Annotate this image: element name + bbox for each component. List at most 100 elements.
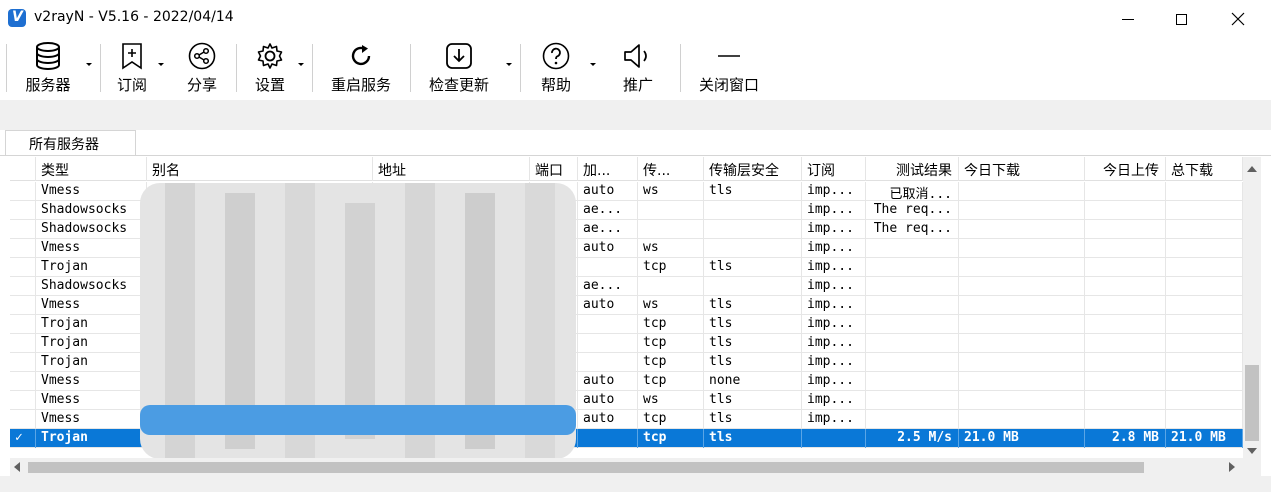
cell-tup bbox=[1085, 182, 1166, 201]
help-label: 帮助 bbox=[540, 76, 571, 94]
maximize-button[interactable] bbox=[1158, 0, 1204, 38]
column-header-network[interactable]: 传... bbox=[638, 157, 704, 181]
active-check-icon bbox=[10, 296, 36, 315]
cell-sub bbox=[802, 429, 866, 448]
cell-sub: imp... bbox=[802, 315, 866, 334]
restart-service-label: 重启服务 bbox=[330, 76, 391, 94]
column-header-type[interactable]: 类型 bbox=[36, 157, 147, 181]
gear-icon bbox=[257, 43, 283, 69]
servers-button[interactable]: 服务器 bbox=[20, 38, 76, 100]
cell-tdown bbox=[959, 239, 1085, 258]
column-header-port[interactable]: 端口 bbox=[530, 157, 578, 181]
cell-test bbox=[866, 353, 959, 372]
cell-test bbox=[866, 258, 959, 277]
tab-all-servers[interactable]: 所有服务器 bbox=[5, 130, 136, 156]
cell-sub: imp... bbox=[802, 391, 866, 410]
cell-sub: imp... bbox=[802, 410, 866, 429]
cell-test bbox=[866, 334, 959, 353]
scroll-right-icon[interactable] bbox=[1229, 462, 1235, 472]
cell-tdown bbox=[959, 315, 1085, 334]
scroll-up-icon[interactable] bbox=[1247, 166, 1257, 172]
cell-enc bbox=[578, 258, 638, 277]
subscribe-dropdown-icon[interactable] bbox=[158, 63, 164, 66]
share-button[interactable]: 分享 bbox=[182, 38, 222, 100]
cell-tls: tls bbox=[704, 353, 802, 372]
cell-total bbox=[1166, 201, 1243, 220]
cell-type: Trojan bbox=[36, 353, 147, 372]
cell-tls: tls bbox=[704, 334, 802, 353]
active-check-icon bbox=[10, 315, 36, 334]
column-header-encryption[interactable]: 加... bbox=[578, 157, 638, 181]
cell-tup bbox=[1085, 391, 1166, 410]
help-button[interactable]: 帮助 bbox=[536, 38, 576, 100]
close-window-button[interactable]: 关闭窗口 bbox=[694, 38, 764, 100]
cell-enc bbox=[578, 315, 638, 334]
active-check-icon bbox=[10, 353, 36, 372]
cell-enc: auto bbox=[578, 410, 638, 429]
cell-net: tcp bbox=[638, 258, 704, 277]
check-update-button[interactable]: 检查更新 bbox=[424, 38, 494, 100]
cell-net: tcp bbox=[638, 353, 704, 372]
column-header-alias[interactable]: 别名 bbox=[147, 157, 373, 181]
cell-net: ws bbox=[638, 182, 704, 201]
column-header-test-result[interactable]: 测试结果 bbox=[866, 157, 959, 181]
close-button[interactable] bbox=[1215, 0, 1261, 38]
column-header-today-down[interactable]: 今日下载 bbox=[959, 157, 1085, 181]
cell-enc: auto bbox=[578, 391, 638, 410]
bookmark-add-icon bbox=[122, 43, 142, 70]
close-window-label: 关闭窗口 bbox=[698, 76, 759, 94]
promote-button[interactable]: 推广 bbox=[618, 38, 658, 100]
minimize-button[interactable] bbox=[1105, 0, 1151, 38]
cell-total bbox=[1166, 277, 1243, 296]
cell-tdown: 21.0 MB bbox=[959, 429, 1085, 448]
active-check-icon bbox=[10, 277, 36, 296]
cell-tdown bbox=[959, 334, 1085, 353]
cell-total bbox=[1166, 296, 1243, 315]
cell-enc: ae... bbox=[578, 277, 638, 296]
tab-divider bbox=[0, 155, 1271, 156]
cell-sub: imp... bbox=[802, 201, 866, 220]
cell-type: Shadowsocks bbox=[36, 201, 147, 220]
active-check-icon bbox=[10, 239, 36, 258]
cell-net bbox=[638, 220, 704, 239]
column-header-subscription[interactable]: 订阅 bbox=[802, 157, 866, 181]
cell-sub: imp... bbox=[802, 258, 866, 277]
cell-tls: tls bbox=[704, 258, 802, 277]
help-dropdown-icon[interactable] bbox=[590, 63, 596, 66]
column-header-total-down[interactable]: 总下载 bbox=[1166, 157, 1243, 181]
scroll-left-icon[interactable] bbox=[14, 462, 20, 472]
column-header-mark[interactable] bbox=[10, 157, 36, 181]
cell-type: Trojan bbox=[36, 334, 147, 353]
toolbar-separator bbox=[312, 44, 313, 92]
cell-enc: auto bbox=[578, 182, 638, 201]
cell-sub: imp... bbox=[802, 353, 866, 372]
settings-dropdown-icon[interactable] bbox=[298, 63, 304, 66]
subscribe-button[interactable]: 订阅 bbox=[112, 38, 152, 100]
active-check-icon bbox=[10, 182, 36, 201]
cell-tls bbox=[704, 277, 802, 296]
vertical-scroll-thumb[interactable] bbox=[1245, 365, 1259, 441]
horizontal-scroll-thumb[interactable] bbox=[28, 462, 1144, 473]
cell-total bbox=[1166, 182, 1243, 201]
scroll-down-icon[interactable] bbox=[1247, 448, 1257, 454]
restart-service-button[interactable]: 重启服务 bbox=[326, 38, 396, 100]
servers-dropdown-icon[interactable] bbox=[86, 63, 92, 66]
cell-tdown bbox=[959, 182, 1085, 201]
column-header-tls[interactable]: 传输层安全 bbox=[704, 157, 802, 181]
cell-tup bbox=[1085, 201, 1166, 220]
settings-label: 设置 bbox=[254, 76, 285, 94]
cell-type: Trojan bbox=[36, 315, 147, 334]
cell-type: Vmess bbox=[36, 372, 147, 391]
cell-type: Vmess bbox=[36, 182, 147, 201]
check-update-label: 检查更新 bbox=[428, 76, 489, 94]
column-header-address[interactable]: 地址 bbox=[373, 157, 530, 181]
refresh-icon bbox=[351, 45, 371, 66]
update-dropdown-icon[interactable] bbox=[506, 63, 512, 66]
cell-type: Trojan bbox=[36, 258, 147, 277]
cell-tls: tls bbox=[704, 296, 802, 315]
column-header-today-up[interactable]: 今日上传 bbox=[1085, 157, 1166, 181]
settings-button[interactable]: 设置 bbox=[250, 38, 290, 100]
cell-tdown bbox=[959, 220, 1085, 239]
cell-net: tcp bbox=[638, 410, 704, 429]
cell-type: Vmess bbox=[36, 410, 147, 429]
